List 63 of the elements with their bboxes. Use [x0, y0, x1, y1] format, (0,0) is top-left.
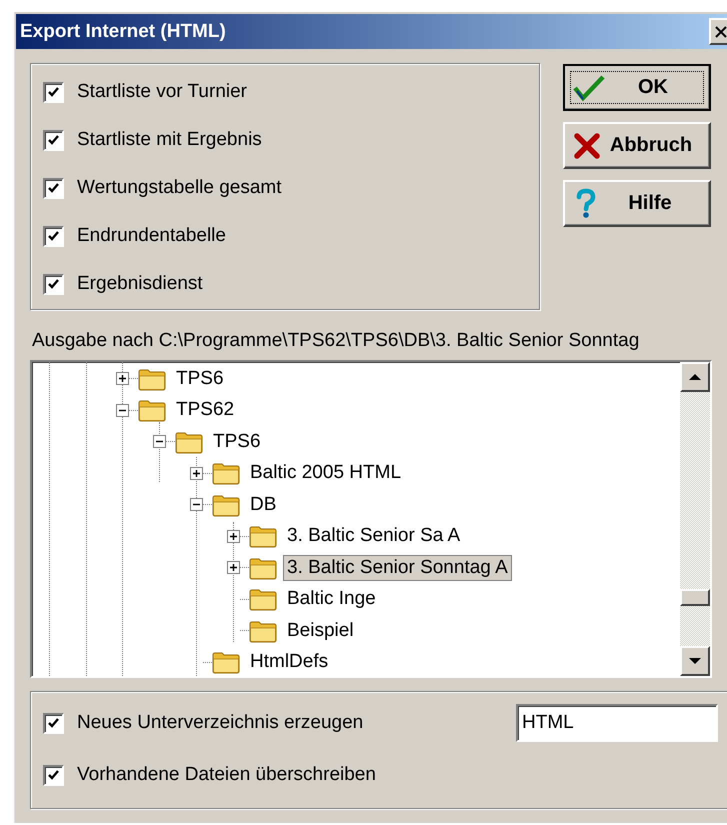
folder-icon — [249, 556, 277, 580]
checkbox-label[interactable]: Startliste mit Ergebnis — [77, 129, 262, 151]
window-title: Export Internet (HTML) — [20, 20, 227, 42]
folder-icon — [138, 398, 166, 422]
cross-icon — [573, 132, 601, 160]
cancel-button[interactable]: Abbruch — [563, 122, 711, 169]
tree-item[interactable]: Baltic Inge — [283, 586, 380, 612]
checkbox[interactable] — [43, 82, 64, 102]
tree-item[interactable]: Baltic 2005 HTML — [246, 460, 406, 486]
checkbox[interactable] — [43, 130, 64, 150]
tree-item[interactable]: 3. Baltic Senior Sa A — [283, 523, 464, 550]
checkmark-icon — [47, 134, 60, 146]
checkmark-icon — [47, 230, 60, 242]
tree-item[interactable]: 3. Baltic Senior Sonntag A — [283, 554, 512, 581]
collapse-icon[interactable] — [153, 435, 166, 448]
down-arrow-icon — [689, 658, 701, 664]
expand-icon[interactable] — [227, 561, 240, 574]
checkbox-label[interactable]: Endrundentabelle — [77, 225, 226, 247]
folder-icon — [212, 650, 240, 674]
checkbox[interactable] — [43, 226, 64, 246]
scrollbar-thumb[interactable] — [680, 589, 710, 606]
input-field[interactable]: HTML — [516, 704, 718, 742]
checkmark-icon — [47, 278, 60, 290]
folder-icon — [249, 524, 277, 548]
close-button[interactable] — [709, 18, 727, 45]
scroll-up-button[interactable] — [680, 362, 710, 392]
checkbox-label[interactable]: Vorhandene Dateien überschreiben — [77, 764, 376, 786]
checkbox[interactable] — [43, 712, 64, 734]
tree-item[interactable]: DB — [246, 492, 280, 518]
tree-item[interactable]: HtmlDefs — [246, 649, 332, 676]
up-arrow-icon — [689, 374, 701, 380]
checkmark-icon — [47, 769, 60, 781]
checkmark-icon — [573, 74, 605, 102]
checkbox[interactable] — [43, 274, 64, 294]
expand-icon[interactable] — [227, 530, 240, 543]
collapse-icon[interactable] — [116, 404, 129, 417]
expand-icon[interactable] — [116, 372, 129, 386]
checkmark-icon — [47, 182, 60, 194]
scroll-down-button[interactable] — [680, 646, 710, 676]
checkbox[interactable] — [43, 764, 64, 786]
checkbox-label[interactable]: Startliste vor Turnier — [77, 81, 247, 103]
folder-icon — [212, 492, 240, 517]
ok-button[interactable]: OK — [563, 64, 711, 111]
tree-item[interactable]: TPS6 — [209, 428, 265, 455]
checkmark-icon — [47, 86, 60, 98]
collapse-icon[interactable] — [190, 498, 203, 512]
checkbox[interactable] — [43, 178, 64, 198]
checkbox-label[interactable]: Ergebnisdienst — [77, 273, 203, 295]
folder-icon — [175, 430, 203, 454]
tree-item[interactable]: TPS62 — [172, 397, 238, 424]
folder-icon — [249, 618, 277, 643]
output-path: Ausgabe nach C:\Programme\TPS62\TPS6\DB\3. Baltic Senior Sonntag — [32, 330, 640, 352]
expand-icon[interactable] — [190, 466, 203, 480]
help-button[interactable]: Hilfe — [563, 180, 711, 227]
tree-item[interactable]: TPS6 — [172, 366, 228, 392]
folder-icon — [138, 366, 166, 391]
close-icon — [715, 26, 727, 38]
checkbox-label[interactable]: Wertungstabelle gesamt — [77, 177, 282, 199]
checkmark-icon — [47, 717, 60, 729]
checkbox-label[interactable]: Neues Unterverzeichnis erzeugen — [77, 712, 364, 734]
folder-icon — [249, 587, 277, 612]
tree-item[interactable]: Beispiel — [283, 618, 358, 644]
folder-icon — [212, 461, 240, 486]
